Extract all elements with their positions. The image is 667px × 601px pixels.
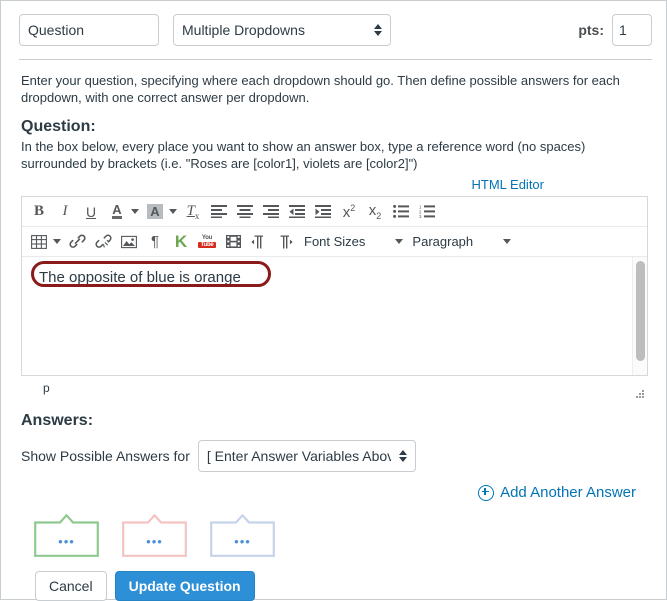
points-label: pts: [578, 22, 604, 38]
table-icon[interactable] [26, 230, 52, 254]
cancel-button[interactable]: Cancel [35, 570, 107, 601]
link-icon[interactable] [64, 230, 90, 254]
bulleted-list-icon[interactable] [388, 200, 414, 224]
question-section-heading: Question: [21, 118, 96, 135]
background-color-chevron-down-icon[interactable] [169, 209, 177, 214]
editor-scrollbar[interactable] [632, 257, 647, 375]
font-sizes-label: Font Sizes [304, 234, 366, 249]
question-body: Enter your question, specifying where ea… [1, 60, 666, 601]
youtube-icon[interactable]: You Tube [194, 230, 220, 254]
question-type-select[interactable]: Multiple Dropdowns [173, 14, 391, 46]
font-sizes-dropdown[interactable]: Font Sizes [298, 230, 369, 254]
kaltura-icon[interactable]: K [168, 230, 194, 254]
outdent-icon[interactable] [284, 200, 310, 224]
background-color-icon[interactable]: A [142, 200, 168, 224]
answer-boxes-list: ••• ••• ••• [21, 513, 648, 557]
align-left-icon[interactable] [206, 200, 232, 224]
table-chevron-down-icon[interactable] [53, 239, 61, 244]
question-instructions: In the box below, every place you want t… [21, 139, 586, 171]
editor-content-area[interactable]: The opposite of blue is orange [22, 256, 647, 375]
subscript-icon[interactable]: x2 [362, 200, 388, 224]
editor-toolbar-row-1: B I U A A Tx x2 x2 1 2 3 [22, 197, 647, 227]
answer-box-dots: ••• [146, 533, 163, 549]
points-group: pts: [578, 14, 652, 46]
question-name-input[interactable] [19, 14, 159, 46]
editor-element-path: p [43, 381, 50, 395]
answer-variable-select-wrapper: [ Enter Answer Variables Above ] [197, 440, 416, 472]
show-possible-answers-label: Show Possible Answers for [21, 448, 190, 464]
media-icon[interactable] [220, 230, 246, 254]
question-header: Multiple Dropdowns pts: [1, 1, 666, 59]
show-possible-answers-row: Show Possible Answers for [ Enter Answer… [21, 440, 648, 472]
footer-buttons: Cancel Update Question [21, 570, 648, 601]
update-question-button[interactable]: Update Question [114, 570, 255, 601]
youtube-label-top: You [201, 235, 213, 241]
ltr-icon[interactable] [246, 230, 272, 254]
question-editor-panel: Multiple Dropdowns pts: Enter your quest… [0, 0, 667, 601]
html-editor-link[interactable]: HTML Editor [472, 177, 544, 192]
numbered-list-icon[interactable]: 1 2 3 [414, 200, 440, 224]
add-another-answer-button[interactable]: Add Another Answer [478, 484, 636, 501]
answers-heading: Answers: [21, 412, 94, 429]
indent-icon[interactable] [310, 200, 336, 224]
underline-icon[interactable]: U [78, 200, 104, 224]
italic-icon[interactable]: I [52, 200, 78, 224]
editor-toolbar-row-2: ¶ K You Tube Font Sizes Paragraph [22, 227, 647, 256]
paragraph-label: Paragraph [412, 234, 474, 249]
pilcrow-icon[interactable]: ¶ [142, 230, 168, 254]
html-editor-row: HTML Editor [21, 176, 648, 194]
svg-text:3: 3 [419, 214, 422, 218]
font-sizes-chevron-down-icon[interactable] [395, 239, 404, 244]
bold-icon[interactable]: B [26, 200, 52, 224]
youtube-label-bottom: Tube [198, 242, 216, 248]
points-input[interactable] [612, 14, 652, 46]
answer-box-dots: ••• [234, 533, 251, 549]
text-color-icon[interactable]: A [104, 200, 130, 224]
paragraph-chevron-down-icon[interactable] [503, 239, 512, 244]
remove-formatting-icon[interactable]: Tx [180, 200, 206, 224]
answer-box-red[interactable]: ••• [122, 513, 187, 557]
plus-circle-icon [478, 484, 495, 501]
question-type-select-wrapper: Multiple Dropdowns [173, 14, 391, 46]
editor-resize-handle[interactable] [634, 388, 644, 398]
editor-status-bar: p [21, 376, 648, 400]
image-icon[interactable] [116, 230, 142, 254]
answer-box-dots: ••• [58, 533, 75, 549]
align-center-icon[interactable] [232, 200, 258, 224]
text-color-chevron-down-icon[interactable] [131, 209, 139, 214]
editor-content-text: The opposite of blue is orange [39, 269, 241, 286]
paragraph-dropdown[interactable]: Paragraph [406, 230, 477, 254]
superscript-icon[interactable]: x2 [336, 200, 362, 224]
answer-variable-select[interactable]: [ Enter Answer Variables Above ] [197, 440, 416, 472]
rtl-icon[interactable] [272, 230, 298, 254]
add-another-answer-row: Add Another Answer [21, 484, 648, 506]
unlink-icon[interactable] [90, 230, 116, 254]
answer-box-green[interactable]: ••• [34, 513, 99, 557]
intro-text: Enter your question, specifying where ea… [21, 73, 620, 105]
editor-scrollbar-thumb[interactable] [636, 261, 645, 361]
answer-box-blue[interactable]: ••• [210, 513, 275, 557]
align-right-icon[interactable] [258, 200, 284, 224]
add-another-answer-label: Add Another Answer [500, 484, 636, 501]
rich-content-editor: B I U A A Tx x2 x2 1 2 3 ¶ K You Tube Fo… [21, 196, 648, 376]
